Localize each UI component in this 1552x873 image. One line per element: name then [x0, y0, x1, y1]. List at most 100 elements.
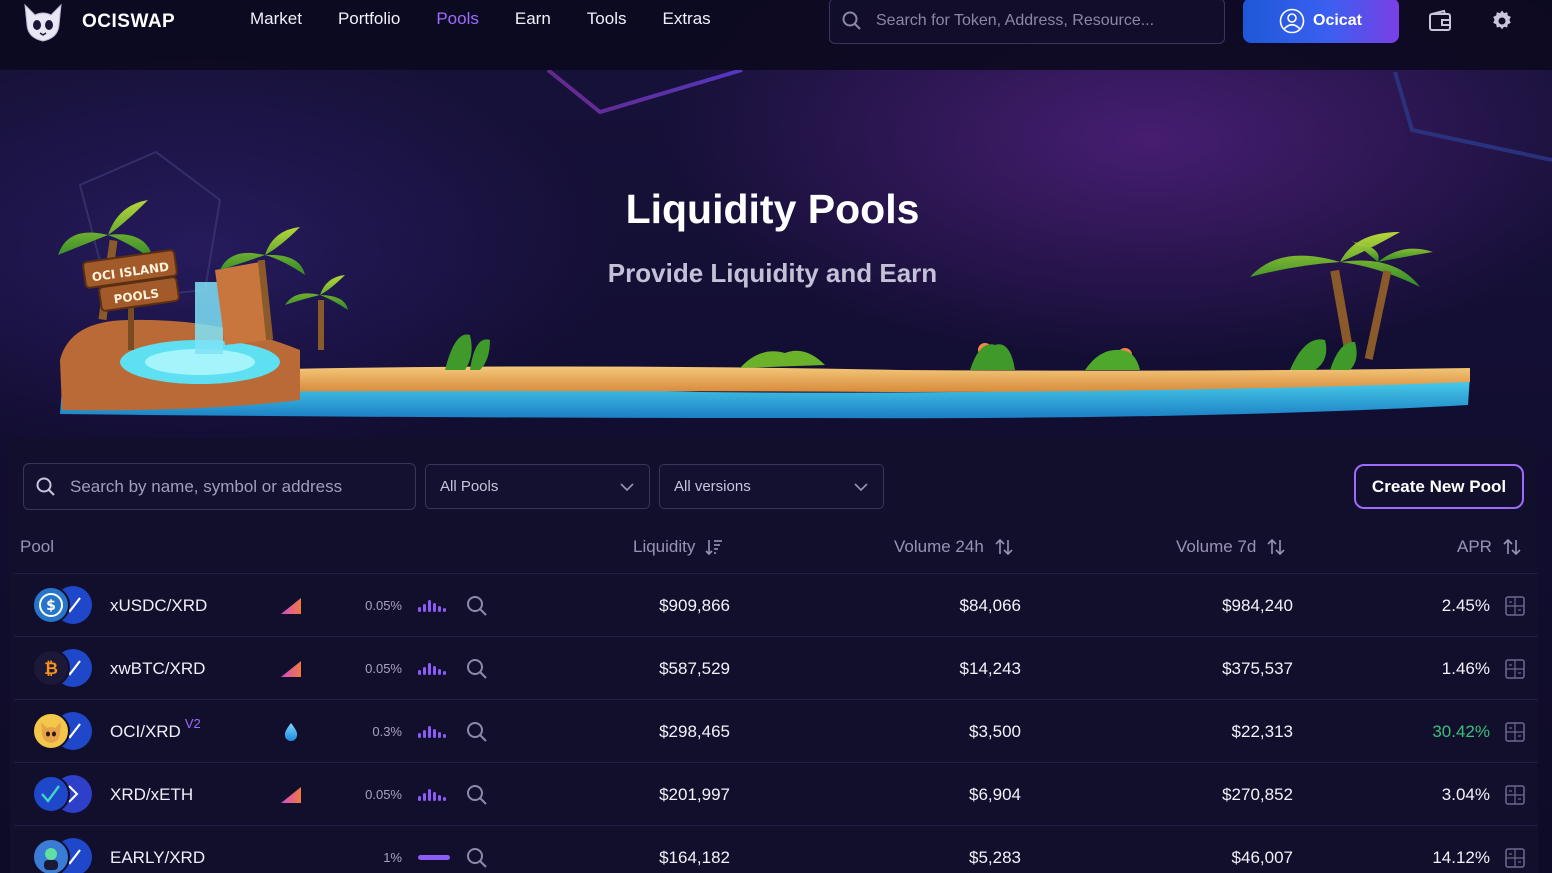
nav-extras[interactable]: Extras: [662, 9, 710, 29]
liquidity-distribution-icon[interactable]: [418, 763, 448, 826]
pair-name[interactable]: EARLY/XRD: [110, 826, 205, 873]
page-subtitle: Provide Liquidity and Earn: [607, 258, 938, 288]
account-label: Ocicat: [1313, 11, 1362, 29]
column-label: Volume 7d: [1176, 537, 1257, 556]
apr-value: 1.46%: [1441, 658, 1490, 678]
volume-24h-value: $6,904: [969, 784, 1021, 804]
wallet-icon[interactable]: [1427, 8, 1453, 34]
pool-search-icon[interactable]: [466, 637, 488, 700]
calculator-icon[interactable]: [1505, 574, 1525, 637]
column-header-pool: Pool: [20, 537, 54, 557]
pair-label: xUSDC/XRD: [110, 595, 208, 615]
main-nav: Market Portfolio Pools Earn Tools Extras: [250, 9, 747, 29]
xrd-token-icon: [32, 775, 70, 813]
brand-logo[interactable]: OCISWAP: [22, 0, 175, 44]
calculator-icon[interactable]: [1505, 700, 1525, 763]
table-row[interactable]: ₿ xwBTC/XRD 0.05% $587,529 $14,243 $375,…: [14, 636, 1538, 699]
svg-text:₿: ₿: [44, 659, 58, 679]
fee-tier: 0.05%: [365, 661, 402, 676]
column-header-apr[interactable]: APR: [1457, 537, 1522, 557]
top-nav-bar: OCISWAP Market Portfolio Pools Earn Tool…: [0, 0, 1552, 70]
usdc-token-icon: $: [32, 586, 70, 624]
version-badge: V2: [184, 716, 201, 731]
liquidity-value: $164,182: [659, 847, 730, 867]
sort-icon: [1267, 538, 1285, 556]
volume-7d-value: $270,852: [1222, 784, 1293, 804]
volume-7d-value: $984,240: [1222, 595, 1293, 615]
column-header-volume-7d[interactable]: Volume 7d: [1176, 537, 1286, 557]
column-label: Volume 24h: [894, 537, 984, 556]
search-icon: [842, 11, 861, 30]
liquidity-distribution-icon[interactable]: [418, 637, 448, 700]
volume-7d-value: $46,007: [1231, 847, 1293, 867]
pair-icons: ₿: [32, 637, 92, 700]
column-header-liquidity[interactable]: Liquidity: [633, 537, 723, 557]
nav-pools[interactable]: Pools: [436, 9, 479, 29]
liquidity-distribution-icon[interactable]: [418, 574, 448, 637]
fee-tier: 0.05%: [365, 787, 402, 802]
pair-name[interactable]: xwBTC/XRD: [110, 637, 205, 700]
liquidity-value: $298,465: [659, 721, 730, 741]
calculator-icon[interactable]: [1505, 637, 1525, 700]
apr-value: 2.45%: [1441, 595, 1490, 615]
user-icon: [1279, 8, 1305, 34]
calculator-icon[interactable]: [1505, 826, 1525, 873]
apr-value: 14.12%: [1432, 847, 1490, 867]
volume-24h-value: $84,066: [959, 595, 1021, 615]
pair-name[interactable]: OCI/XRD V2: [110, 700, 201, 763]
page-title: Liquidity Pools: [625, 186, 920, 232]
concentrated-liquidity-icon: [278, 763, 304, 826]
version-value: All versions: [674, 478, 751, 495]
liquidity-distribution-icon[interactable]: [418, 700, 448, 763]
concentrated-liquidity-icon: [278, 637, 304, 700]
svg-text:$: $: [46, 598, 56, 614]
nav-tools[interactable]: Tools: [587, 9, 627, 29]
liquidity-value: $909,866: [659, 595, 730, 615]
account-button[interactable]: Ocicat: [1243, 0, 1399, 43]
pair-label: OCI/XRD: [110, 721, 181, 741]
sort-descending-icon: [705, 540, 723, 556]
pair-label: xwBTC/XRD: [110, 658, 206, 678]
search-icon: [36, 477, 55, 496]
early-token-icon: [32, 838, 70, 873]
table-row[interactable]: OCI/XRD V2 0.3% $298,465 $3,500 $22,313 3…: [14, 699, 1538, 762]
table-row[interactable]: XRD/xETH 0.05% $201,997 $6,904 $270,852 …: [14, 762, 1538, 825]
pool-search-icon[interactable]: [466, 763, 488, 826]
brand-name: OCISWAP: [82, 11, 176, 32]
oci-token-icon: [32, 712, 70, 750]
pair-icons: [32, 700, 92, 763]
pool-search-icon[interactable]: [466, 574, 488, 637]
calculator-icon[interactable]: [1505, 763, 1525, 826]
nav-portfolio[interactable]: Portfolio: [338, 9, 400, 29]
settings-gear-icon[interactable]: [1489, 8, 1515, 34]
pair-icons: [32, 826, 92, 873]
pair-icons: [32, 763, 92, 826]
nav-earn[interactable]: Earn: [515, 9, 551, 29]
concentrated-liquidity-icon: [278, 574, 304, 637]
nav-market[interactable]: Market: [250, 9, 302, 29]
global-search-input[interactable]: [876, 12, 1206, 30]
water-drop-icon: [278, 700, 304, 763]
create-new-pool-button[interactable]: Create New Pool: [1354, 464, 1524, 509]
pool-type-value: All Pools: [440, 478, 499, 495]
pair-name[interactable]: XRD/xETH: [110, 763, 193, 826]
liquidity-range-icon[interactable]: [418, 826, 450, 873]
fee-tier: 0.3%: [372, 724, 402, 739]
pool-type-select[interactable]: All Pools: [425, 464, 650, 509]
chevron-down-icon: [620, 482, 634, 491]
pair-name[interactable]: xUSDC/XRD: [110, 574, 207, 637]
table-row[interactable]: $ xUSDC/XRD 0.05% $909,866 $84,066 $984,…: [14, 573, 1538, 636]
volume-24h-value: $14,243: [959, 658, 1021, 678]
version-select[interactable]: All versions: [659, 464, 884, 509]
pool-search-icon[interactable]: [466, 826, 488, 873]
column-label: APR: [1457, 537, 1492, 556]
chevron-down-icon: [854, 482, 868, 491]
global-search: [829, 0, 1225, 44]
pool-search-input[interactable]: [70, 476, 410, 497]
pool-search: [23, 463, 416, 510]
volume-24h-value: $5,283: [969, 847, 1021, 867]
pool-search-icon[interactable]: [466, 700, 488, 763]
table-row[interactable]: EARLY/XRD 1% $164,182 $5,283 $46,007 14.…: [14, 825, 1538, 873]
column-header-volume-24h[interactable]: Volume 24h: [894, 537, 1014, 557]
volume-24h-value: $3,500: [969, 721, 1021, 741]
